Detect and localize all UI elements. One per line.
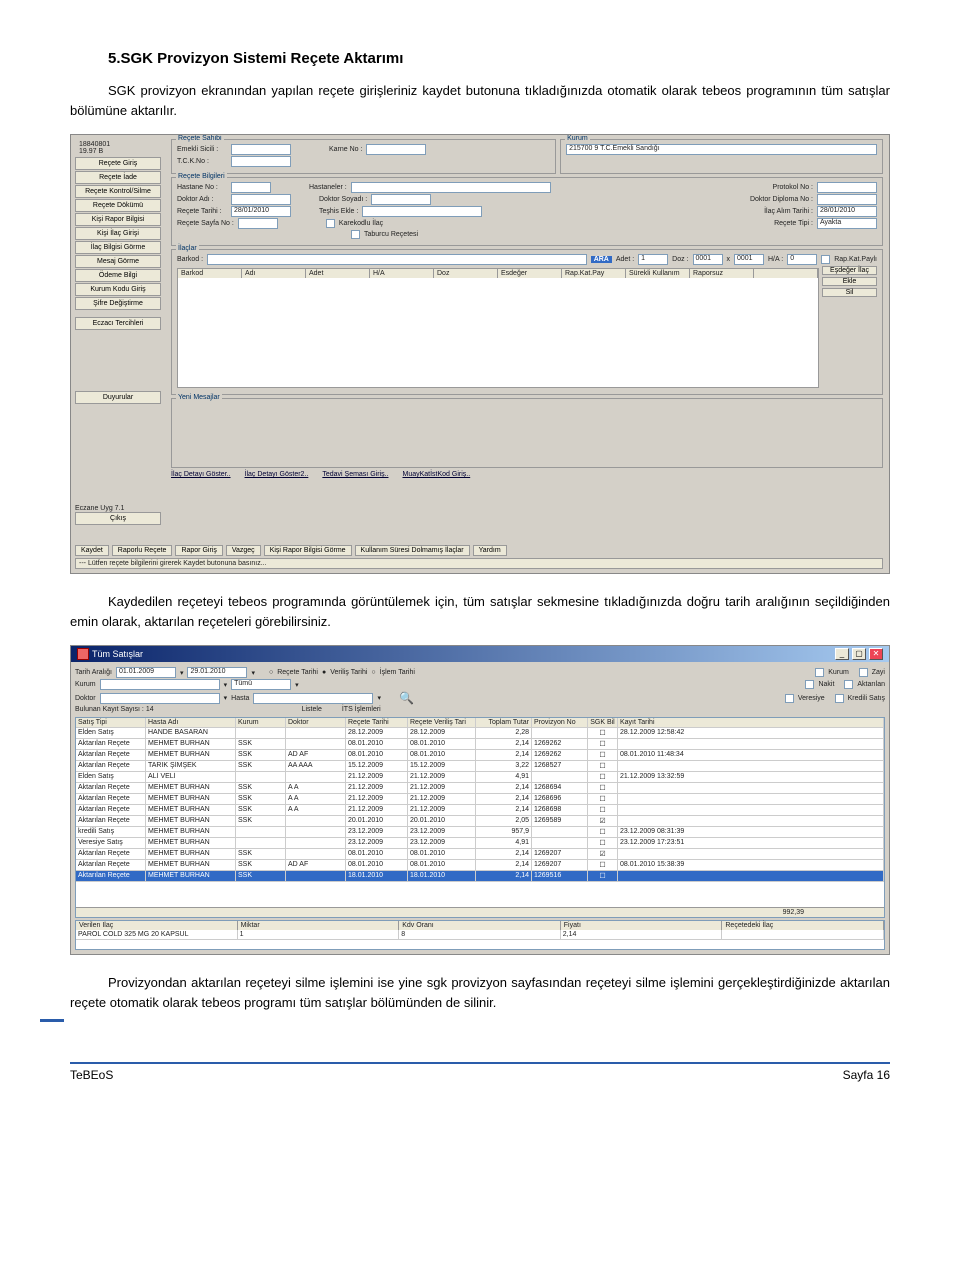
listele-icon[interactable]: 🔍: [399, 691, 414, 705]
table-row[interactable]: Aktarılan ReçeteTARIK ŞİMŞEKSSKAA AAA15.…: [76, 761, 884, 772]
grid-side-button[interactable]: Eşdeğer İlaç: [822, 266, 877, 275]
listele-link[interactable]: Listele: [302, 706, 322, 713]
table-row[interactable]: Veresiye SatışMEHMET BURHAN23.12.200923.…: [76, 838, 884, 849]
sidebar-item[interactable]: Kişi İlaç Girişi: [75, 227, 161, 240]
minimize-icon[interactable]: _: [835, 648, 849, 660]
table-row[interactable]: Aktarılan ReçeteMEHMET BURHANSSKA A21.12…: [76, 805, 884, 816]
its-islemleri-link[interactable]: İTS İşlemleri: [342, 706, 381, 713]
eczaci-tercihleri-button[interactable]: Eczacı Tercihleri: [75, 317, 161, 330]
close-icon[interactable]: ✕: [869, 648, 883, 660]
footer-button[interactable]: Yardım: [473, 545, 507, 556]
grid-side-button[interactable]: Ekle: [822, 277, 877, 286]
footer-link[interactable]: İlaç Detayı Göster2..: [245, 471, 309, 478]
footer-button[interactable]: Kullanım Süresi Dolmamış İlaçlar: [355, 545, 470, 556]
footer-link[interactable]: Tedavi Şeması Giriş..: [322, 471, 388, 478]
table-row[interactable]: Aktarılan ReçeteMEHMET BURHANSSK08.01.20…: [76, 849, 884, 860]
footer-link[interactable]: İlaç Detayı Göster..: [171, 471, 231, 478]
footer-button[interactable]: Raporlu Reçete: [112, 545, 173, 556]
sidebar-item[interactable]: Kişi Rapor Bilgisi: [75, 213, 161, 226]
sidebar-item[interactable]: Kurum Kodu Giriş: [75, 283, 161, 296]
sidebar-item[interactable]: İlaç Bilgisi Görme: [75, 241, 161, 254]
table-row[interactable]: Aktarılan ReçeteMEHMET BURHANSSK08.01.20…: [76, 739, 884, 750]
sidebar-item[interactable]: Şifre Değiştirme: [75, 297, 161, 310]
sidebar-item[interactable]: Ödeme Bilgi: [75, 269, 161, 282]
footer-button[interactable]: Kişi Rapor Bilgisi Görme: [264, 545, 352, 556]
table-row[interactable]: kredili SatışMEHMET BURHAN23.12.200923.1…: [76, 827, 884, 838]
ara-button[interactable]: ARA: [591, 256, 612, 263]
screenshot-tum-satislar: Tüm Satışlar _ ▢ ✕ Tarih Aralığı 01.01.2…: [70, 645, 890, 955]
sidebar-item[interactable]: Reçete Kontrol/Silme: [75, 185, 161, 198]
table-row[interactable]: Aktarılan ReçeteMEHMET BURHANSSKAD AF08.…: [76, 750, 884, 761]
footer-button[interactable]: Vazgeç: [226, 545, 261, 556]
grid-side-button[interactable]: Sil: [822, 288, 877, 297]
footer-button[interactable]: Kaydet: [75, 545, 109, 556]
cikis-button[interactable]: Çıkış: [75, 512, 161, 525]
paragraph-1: SGK provizyon ekranından yapılan reçete …: [70, 81, 890, 120]
grid-total: 992,39: [76, 907, 884, 917]
sidebar-item[interactable]: Reçete İade: [75, 171, 161, 184]
duyurular-button[interactable]: Duyurular: [75, 391, 161, 404]
table-row[interactable]: Aktarılan ReçeteMEHMET BURHANSSKA A21.12…: [76, 783, 884, 794]
footer-left: TeBEoS: [70, 1068, 113, 1082]
maximize-icon[interactable]: ▢: [852, 648, 866, 660]
footer-right: Sayfa 16: [843, 1068, 890, 1082]
table-row[interactable]: Elden SatışALİ VELİ21.12.200921.12.20094…: [76, 772, 884, 783]
status-bar: --- Lütfen reçete bilgilerini girerek Ka…: [75, 558, 883, 569]
sidebar-item[interactable]: Reçete Giriş: [75, 157, 161, 170]
heading: 5.SGK Provizyon Sistemi Reçete Aktarımı: [70, 50, 890, 67]
sidebar-item[interactable]: Mesaj Görme: [75, 255, 161, 268]
table-row[interactable]: Elden SatışHANDE BASARAN28.12.200928.12.…: [76, 728, 884, 739]
window-title: Tüm Satışlar: [92, 649, 143, 659]
sidebar-item[interactable]: Reçete Dökümü: [75, 199, 161, 212]
table-row[interactable]: Aktarılan ReçeteMEHMET BURHANSSK18.01.20…: [76, 871, 884, 882]
paragraph-2: Kaydedilen reçeteyi tebeos programında g…: [70, 592, 890, 631]
screenshot-sgk-provizyon: 1884080119.97 B Reçete GirişReçete İadeR…: [70, 134, 890, 574]
table-row[interactable]: Aktarılan ReçeteMEHMET BURHANSSKAD AF08.…: [76, 860, 884, 871]
page-footer: TeBEoS Sayfa 16: [70, 1062, 890, 1082]
footer-button[interactable]: Rapor Giriş: [175, 545, 222, 556]
app-icon: [77, 648, 89, 660]
table-row[interactable]: Aktarılan ReçeteMEHMET BURHANSSK20.01.20…: [76, 816, 884, 827]
paragraph-3: Provizyondan aktarılan reçeteyi silme iş…: [70, 973, 890, 1012]
table-row[interactable]: Aktarılan ReçeteMEHMET BURHANSSKA A21.12…: [76, 794, 884, 805]
footer-link[interactable]: MuayKatİstKod Giriş..: [402, 471, 470, 478]
